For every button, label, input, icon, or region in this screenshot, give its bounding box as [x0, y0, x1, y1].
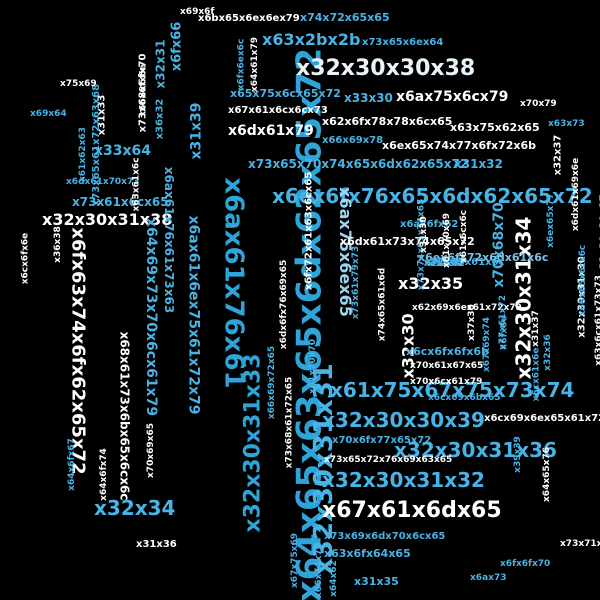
word: x63x6fx64x65 — [324, 547, 411, 560]
word: x65x75x6cx65x72 — [230, 87, 341, 100]
word: x70x68x70 — [490, 202, 507, 288]
word: x73x65x61x72x63x68 — [91, 83, 103, 207]
word: x6ex65x77 — [545, 193, 556, 248]
word: x67x75x69 — [290, 533, 300, 588]
word: x61x6cx6c — [459, 209, 470, 264]
word: x63x73 — [548, 119, 585, 129]
word: x77x61x72 — [498, 295, 508, 350]
word: x6cx61x6e — [531, 347, 542, 402]
word: x67x69x74 — [482, 317, 492, 372]
word: x37x30 — [466, 304, 477, 341]
word: x70x61x67x65 — [410, 361, 484, 371]
word: x73x65x70x74x65x6dx62x65x72 — [248, 157, 469, 171]
word: x31x35 — [354, 575, 399, 588]
word: x68x65x6cx6c — [578, 244, 589, 317]
word: x6ax73 — [470, 573, 507, 583]
word: x66x69x72x65 — [267, 345, 278, 420]
word: x61x62x63 — [78, 127, 88, 182]
word: x6cx69x6ex65x61x72 — [484, 413, 600, 424]
word: x6dx6fx76x69x65 — [279, 259, 290, 350]
word: x64x69x73x70x6cx61x79 — [143, 217, 160, 417]
word: x66x74x70 — [314, 543, 324, 598]
word: x62x6fx78x78x6cx65 — [322, 115, 453, 128]
word: x64x6fx74 — [98, 448, 109, 501]
word: x32x30x30x38 — [296, 56, 476, 81]
word: x63x61x6c — [131, 157, 142, 212]
word: x31x39 — [188, 102, 205, 160]
word: x73x71x6c — [560, 539, 600, 549]
word: x6ax75x6cx79 — [396, 89, 509, 105]
word: x31x30 — [418, 216, 429, 253]
word: x6dx61x69x6e — [571, 157, 582, 232]
word: x39x39 — [512, 436, 523, 473]
word: x6fx6ex6c — [236, 38, 247, 91]
word: x36x38 — [52, 226, 63, 263]
word: x64x62 — [328, 560, 339, 597]
word: x73x68x61x72x65 — [284, 376, 295, 469]
word: x69x64 — [30, 109, 67, 119]
word: x6ex65x74x77x6fx72x6b — [382, 139, 536, 152]
word: x70x6cx61x79 — [410, 377, 483, 387]
word: x74x65x61x6d — [377, 267, 388, 342]
word: x75x69 — [60, 79, 97, 89]
word: x6dx61x79 — [228, 123, 314, 139]
word: x63x2bx2b — [262, 30, 361, 49]
word: x32x35 — [398, 274, 464, 293]
word: x74x72x65x65 — [300, 11, 390, 24]
word: x32x34 — [94, 496, 176, 520]
word: x31x36 — [136, 539, 177, 550]
word: x6cx6fx6fx6b — [406, 345, 489, 358]
word: x32x36 — [542, 334, 553, 371]
word: x70x6fx77x65x72 — [332, 435, 432, 446]
word: x70x79 — [520, 99, 557, 109]
word: x6fx66 — [169, 21, 185, 72]
word: x32x30x31x33 — [240, 353, 266, 533]
word: x6ax61x6ex75x61x72x79 — [185, 215, 202, 415]
word: x36x32 — [154, 98, 166, 140]
word: x32x30x31x32 — [322, 468, 485, 492]
word: x61x70x69 — [442, 213, 452, 268]
word: x31x37 — [530, 310, 541, 347]
word: x6fx6fx70 — [500, 559, 551, 569]
word: x32x37 — [552, 134, 564, 176]
word: x6cx69x6bx65 — [428, 393, 501, 403]
word: x63x6cx61x73x73 — [593, 275, 600, 366]
word: x67x61x6cx6cx73 — [228, 105, 328, 116]
word: x66x6fx6e — [138, 64, 149, 117]
word: x6cx6fx6e — [20, 232, 31, 285]
word: x64x61x79 — [250, 37, 260, 92]
word: x73x65x6ex64 — [362, 37, 444, 48]
word: x64x6fx67 — [66, 438, 77, 491]
word: x67x61x6dx65 — [322, 498, 502, 523]
word: x33x30 — [344, 91, 393, 105]
word: x68x61x73x6bx65x6cx6c — [117, 331, 132, 501]
word: x32x31 — [153, 39, 168, 89]
word: x31x32 — [454, 157, 503, 171]
word: x73x65x72x76x69x63x65 — [324, 455, 453, 465]
word: x6ex6fx76x65x6dx62x65x72 — [272, 184, 593, 208]
word: x70x69x65 — [146, 423, 156, 478]
word: x73x61x79x73 — [351, 245, 362, 320]
word: x6ax61x76x61x73x63 — [162, 166, 177, 314]
word: x32x30x30x39 — [322, 408, 485, 432]
word: x6fx72x61x63x6cx65 — [303, 171, 315, 291]
word: x73x61x6cx65 — [72, 195, 169, 209]
word: x73x69x6dx70x6cx65 — [324, 531, 446, 542]
word-cloud: x64x65x63x65x6dx62x65x72 x6ax61x76x61 x3… — [0, 0, 600, 600]
word: x66x69x78 — [322, 135, 384, 146]
word: x64x65x76 — [542, 447, 552, 502]
word: x63x75x62x65 — [450, 121, 540, 134]
word: x69x6f — [180, 7, 215, 17]
word: x61x70x70 — [308, 339, 318, 394]
word: x33x64 — [94, 143, 152, 159]
